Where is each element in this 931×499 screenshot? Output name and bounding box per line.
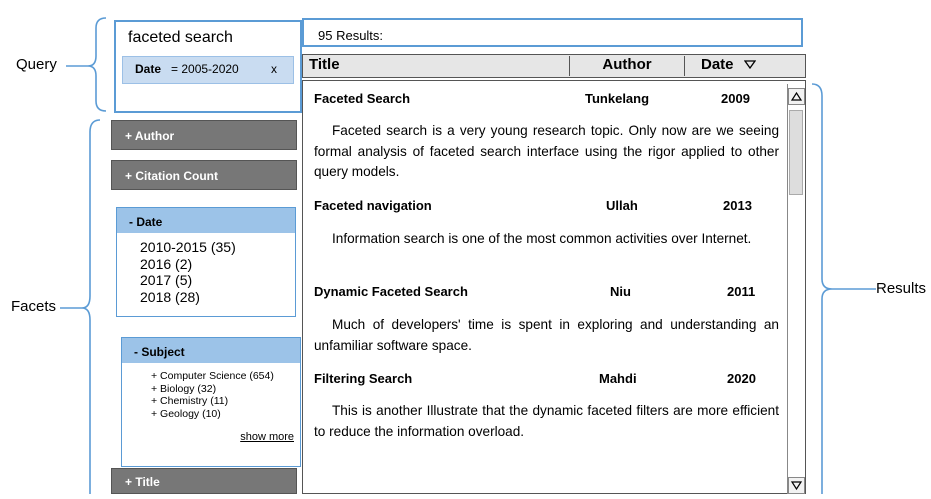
result-abstract: Information search is one of the most co… bbox=[332, 231, 752, 246]
result-title[interactable]: Dynamic Faceted Search bbox=[314, 284, 468, 299]
column-title[interactable]: Title bbox=[309, 56, 569, 76]
facet-subject-option[interactable]: + Biology (32) bbox=[122, 383, 300, 396]
facet-date-option[interactable]: 2018 (28) bbox=[117, 289, 295, 306]
triangle-down-icon bbox=[790, 481, 803, 491]
column-date-label: Date bbox=[701, 56, 734, 73]
results-callout: Results bbox=[876, 280, 927, 297]
facet-date-option[interactable]: 2016 (2) bbox=[117, 256, 295, 273]
scroll-up-button[interactable] bbox=[788, 88, 805, 105]
column-date[interactable]: Date bbox=[701, 56, 773, 76]
chip-key: Date bbox=[135, 62, 162, 76]
column-author[interactable]: Author bbox=[569, 56, 685, 76]
facet-date-option[interactable]: 2010-2015 (35) bbox=[117, 239, 295, 256]
search-query[interactable]: faceted search bbox=[128, 29, 233, 47]
result-title[interactable]: Filtering Search bbox=[314, 371, 412, 386]
results-scrollbar[interactable] bbox=[787, 84, 805, 494]
scroll-thumb[interactable] bbox=[789, 110, 803, 195]
triangle-up-icon bbox=[790, 91, 803, 101]
result-year: 2020 bbox=[727, 371, 756, 386]
facet-author[interactable]: + Author bbox=[111, 120, 297, 150]
result-abstract: Much of developers' time is spent in exp… bbox=[314, 317, 779, 353]
show-more-link[interactable]: show more bbox=[240, 431, 294, 443]
result-abstract: This is another Illustrate that the dyna… bbox=[314, 403, 779, 439]
result-author: Ullah bbox=[606, 198, 638, 213]
query-callout: Query bbox=[16, 56, 57, 73]
facet-title[interactable]: + Title bbox=[111, 468, 297, 494]
facets-brace bbox=[81, 119, 101, 494]
results-brace bbox=[811, 83, 833, 494]
facet-subject-option[interactable]: + Chemistry (11) bbox=[122, 395, 300, 408]
chip-value: = 2005-2020 bbox=[171, 62, 239, 76]
result-year: 2013 bbox=[723, 198, 752, 213]
facet-subject-option[interactable]: + Computer Science (654) bbox=[122, 370, 300, 383]
result-author: Mahdi bbox=[599, 371, 637, 386]
query-brace bbox=[87, 17, 107, 112]
triangle-down-icon bbox=[743, 60, 756, 70]
facets-callout: Facets bbox=[11, 298, 57, 315]
result-year: 2009 bbox=[721, 91, 750, 106]
results-count: 95 Results: bbox=[302, 18, 803, 47]
facet-date: - Date 2010-2015 (35) 2016 (2) 2017 (5) … bbox=[116, 207, 296, 317]
results-header-row: Title Author Date bbox=[302, 54, 806, 78]
result-author: Niu bbox=[610, 284, 631, 299]
facet-citation-count[interactable]: + Citation Count bbox=[111, 160, 297, 190]
facet-date-option[interactable]: 2017 (5) bbox=[117, 272, 295, 289]
result-author: Tunkelang bbox=[585, 91, 650, 106]
facet-subject-header[interactable]: - Subject bbox=[122, 338, 300, 363]
result-year: 2011 bbox=[727, 284, 756, 299]
date-filter-chip[interactable]: Date = 2005-2020 x bbox=[122, 56, 294, 84]
facet-date-header[interactable]: - Date bbox=[117, 208, 295, 233]
result-title[interactable]: Faceted navigation bbox=[314, 198, 432, 213]
facet-subject: - Subject + Computer Science (654) + Bio… bbox=[121, 337, 301, 467]
result-title[interactable]: Faceted Search bbox=[314, 91, 410, 106]
results-panel: Faceted Search Tunkelang 2009 Faceted se… bbox=[302, 80, 806, 494]
scroll-down-button[interactable] bbox=[788, 477, 805, 494]
query-panel: faceted search Date = 2005-2020 x bbox=[114, 20, 302, 113]
facet-subject-option[interactable]: + Geology (10) bbox=[122, 408, 300, 421]
result-abstract: Faceted search is a very young research … bbox=[314, 123, 779, 179]
remove-filter-button[interactable]: x bbox=[271, 62, 277, 76]
